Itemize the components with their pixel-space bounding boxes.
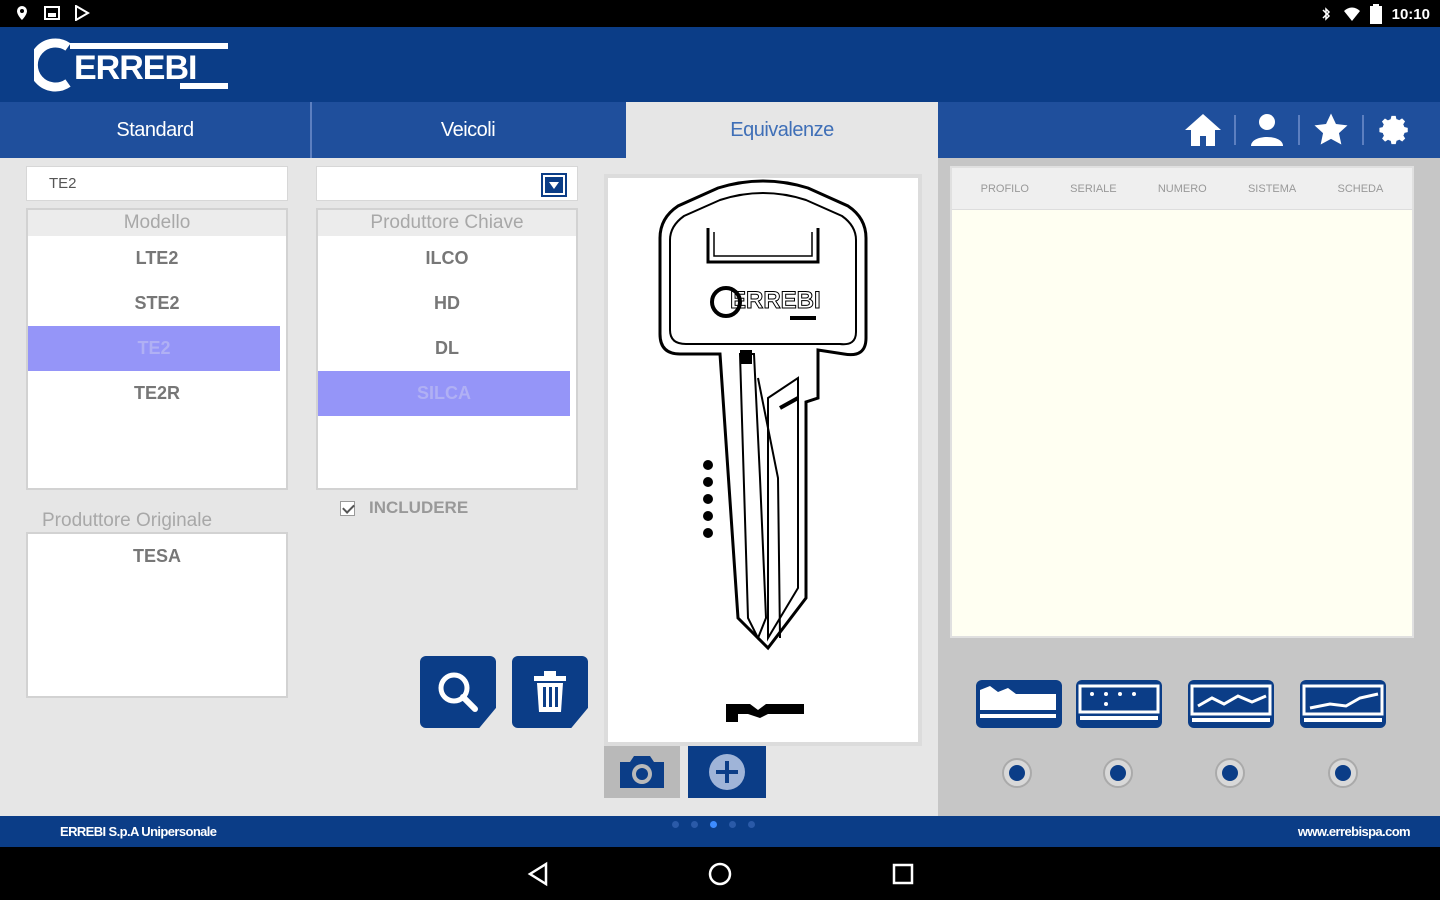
model-search-input[interactable]: TE2	[26, 166, 288, 201]
user-icon	[1251, 114, 1283, 146]
key-side-icon	[1302, 684, 1384, 722]
column-sistema[interactable]: SISTEMA	[1248, 183, 1296, 195]
home-icon	[1185, 114, 1221, 146]
page-dot	[672, 821, 679, 828]
include-checkbox-row[interactable]: INCLUDERE	[340, 498, 468, 518]
trash-icon	[534, 671, 566, 712]
key-type-dimple-button[interactable]	[1076, 680, 1162, 728]
radio-laser[interactable]	[1215, 758, 1245, 788]
page-dot-active	[710, 821, 717, 828]
toolbar-icons	[1172, 110, 1426, 150]
search-button[interactable]	[420, 656, 496, 728]
status-bar: 10:10	[0, 0, 1440, 27]
play-store-icon	[75, 5, 90, 21]
favorites-button[interactable]	[1300, 110, 1362, 150]
tab-equivalenze[interactable]: Equivalenze	[626, 102, 938, 158]
page-dot	[748, 821, 755, 828]
image-icon	[44, 6, 60, 20]
chevron-down-icon	[543, 175, 565, 195]
camera-icon	[620, 756, 664, 788]
clock: 10:10	[1391, 5, 1430, 23]
errebi-logo: ERREBI	[34, 38, 228, 92]
produttore-originale-list: TESA	[26, 532, 288, 698]
battery-icon	[1369, 4, 1382, 24]
produttore-originale-label: Produttore Originale	[42, 510, 213, 531]
notification-icons	[14, 5, 90, 21]
manufacturer-dropdown[interactable]	[316, 166, 578, 201]
key-preview: ERREBI	[604, 174, 922, 746]
key-type-cut-button[interactable]	[976, 680, 1062, 728]
company-name: ERREBI S.p.A Unipersonale	[60, 824, 217, 839]
list-item-selected[interactable]: TE2	[28, 326, 280, 371]
list-item[interactable]: TESA	[28, 534, 286, 579]
key-cut-icon	[980, 686, 1056, 718]
settings-button[interactable]	[1364, 110, 1426, 150]
bluetooth-icon	[1322, 7, 1330, 21]
app-header: ERREBI	[0, 27, 1440, 102]
radio-side[interactable]	[1328, 758, 1358, 788]
key-laser-icon	[1190, 684, 1272, 722]
page-dot	[729, 821, 736, 828]
list-item[interactable]: LTE2	[28, 236, 286, 281]
back-icon[interactable]	[526, 861, 552, 887]
list-item-selected[interactable]: SILCA	[318, 371, 570, 416]
list-item[interactable]: DL	[318, 326, 576, 371]
results-table: PROFILO SERIALE NUMERO SISTEMA SCHEDA	[950, 166, 1414, 638]
svg-text:ERREBI: ERREBI	[730, 287, 821, 314]
list-item[interactable]: TE2R	[28, 371, 286, 416]
radio-dimple[interactable]	[1103, 758, 1133, 788]
column-seriale[interactable]: SERIALE	[1070, 183, 1116, 195]
list-item[interactable]: STE2	[28, 281, 286, 326]
modello-header: Modello	[28, 210, 286, 236]
key-drawing: ERREBI	[658, 179, 868, 722]
tab-veicoli[interactable]: Veicoli	[312, 102, 624, 158]
list-item[interactable]: ILCO	[318, 236, 576, 281]
search-icon	[438, 672, 478, 712]
column-profilo[interactable]: PROFILO	[981, 183, 1029, 195]
column-scheda[interactable]: SCHEDA	[1338, 183, 1384, 195]
include-label: INCLUDERE	[369, 498, 469, 517]
radio-cut[interactable]	[1002, 758, 1032, 788]
delete-button[interactable]	[512, 656, 588, 728]
key-type-laser-button[interactable]	[1188, 680, 1274, 728]
produttore-chiave-header: Produttore Chiave	[318, 210, 576, 236]
android-nav-bar	[0, 847, 1440, 900]
wifi-icon	[1343, 7, 1360, 21]
dropdown-button[interactable]	[541, 173, 567, 197]
column-numero[interactable]: NUMERO	[1158, 183, 1207, 195]
footer: ERREBI S.p.A Unipersonale www.errebispa.…	[0, 816, 1440, 847]
svg-text:ERREBI: ERREBI	[74, 49, 196, 87]
camera-button[interactable]	[604, 746, 680, 798]
key-type-selector	[962, 680, 1412, 790]
website-link[interactable]: www.errebispa.com	[1298, 824, 1411, 839]
list-item[interactable]: HD	[318, 281, 576, 326]
location-icon	[17, 6, 27, 20]
gear-icon	[1379, 115, 1408, 145]
user-button[interactable]	[1236, 110, 1298, 150]
add-button[interactable]	[688, 746, 766, 798]
modello-list: Modello LTE2 STE2 TE2 TE2R	[26, 208, 288, 490]
page-dot	[691, 821, 698, 828]
produttore-chiave-list: Produttore Chiave ILCO HD DL SILCA	[316, 208, 578, 490]
recents-icon[interactable]	[890, 861, 916, 887]
page-indicator	[672, 821, 755, 828]
tab-bar: Standard Veicoli Equivalenze	[0, 102, 1440, 158]
home-nav-icon[interactable]	[707, 861, 733, 887]
include-checkbox[interactable]	[340, 500, 355, 516]
tab-standard[interactable]: Standard	[0, 102, 312, 158]
key-dimple-icon	[1078, 684, 1160, 720]
key-type-side-button[interactable]	[1300, 680, 1386, 728]
star-icon	[1314, 113, 1348, 145]
plus-circle-icon	[709, 754, 745, 790]
results-table-header: PROFILO SERIALE NUMERO SISTEMA SCHEDA	[952, 168, 1412, 210]
home-button[interactable]	[1172, 110, 1234, 150]
